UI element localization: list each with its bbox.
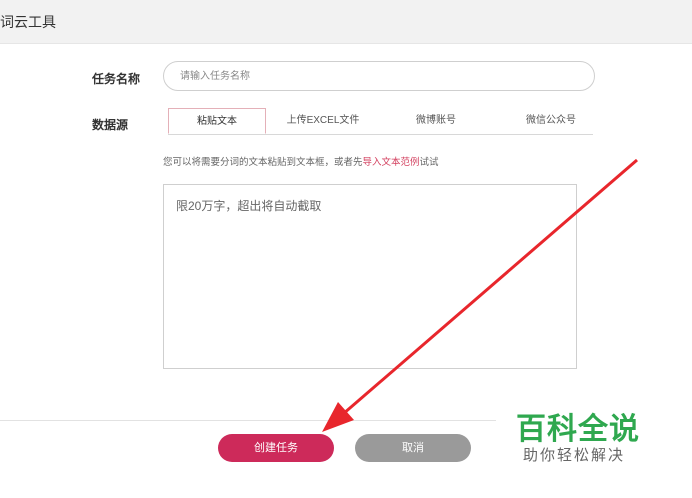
hint-suffix: 试试	[419, 157, 439, 168]
create-task-button[interactable]: 创建任务	[218, 434, 334, 462]
tab-upload-excel[interactable]: 上传EXCEL文件	[268, 108, 378, 134]
task-name-label: 任务名称	[92, 72, 141, 86]
tab-paste-text[interactable]: 粘贴文本	[168, 108, 266, 134]
text-content-area[interactable]	[163, 184, 577, 369]
tab-label: 微信公众号	[526, 115, 576, 126]
window-title: 词云工具	[0, 14, 56, 30]
watermark-logo-text: 百科全说	[516, 413, 640, 446]
hint-text: 您可以将需要分词的文本粘贴到文本框，或者先	[163, 157, 363, 168]
paste-hint: 您可以将需要分词的文本粘贴到文本框，或者先导入文本范例试试	[163, 154, 439, 168]
watermark-slogan: 助你轻松解决	[523, 447, 626, 464]
cancel-button[interactable]: 取消	[355, 434, 471, 462]
tab-label: 上传EXCEL文件	[286, 115, 360, 126]
tab-wechat-account[interactable]: 微信公众号	[496, 108, 606, 134]
task-name-input[interactable]	[163, 61, 595, 91]
title-bar: 词云工具	[0, 0, 692, 44]
data-source-label: 数据源	[92, 118, 129, 132]
tab-weibo-account[interactable]: 微博账号	[386, 108, 486, 134]
data-source-tabs: 粘贴文本 上传EXCEL文件 微博账号 微信公众号	[168, 108, 593, 135]
tab-label: 微博账号	[416, 115, 456, 126]
import-sample-link[interactable]: 导入文本范例	[363, 157, 420, 168]
tab-label: 粘贴文本	[197, 116, 237, 127]
